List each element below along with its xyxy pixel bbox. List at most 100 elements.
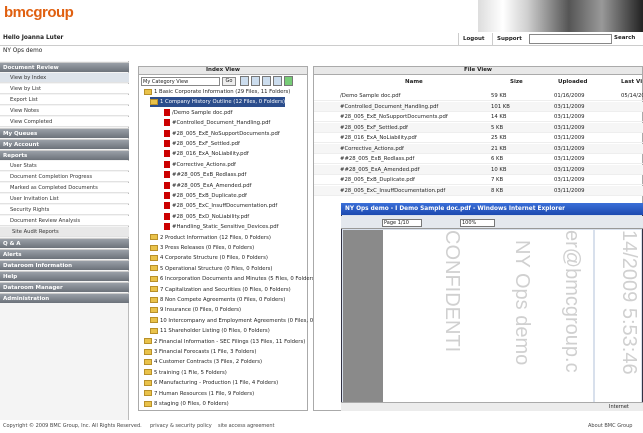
search-input[interactable]: [529, 34, 612, 44]
tree-node[interactable]: 9 Insurance (0 Files, 0 Folders): [150, 305, 241, 315]
tree-node-label: 8 staging (0 Files, 0 Folders): [154, 401, 229, 407]
tree-node[interactable]: #28_005_ExD_NoLiability.pdf: [164, 212, 249, 222]
tree-node[interactable]: 7 Capitalization and Securities (0 Files…: [150, 285, 291, 295]
tree-node[interactable]: #28_005_ExE_NoSupportDocuments.pdf: [164, 129, 280, 139]
file-name: #28_005_ExC_InsuffDocumentation.pdf: [340, 187, 446, 194]
collapse-icon[interactable]: [251, 76, 260, 86]
tree-node[interactable]: 1 Basic Corporate Information (29 Files,…: [144, 87, 290, 97]
tree-node[interactable]: 5 Operational Structure (0 Files, 0 Fold…: [150, 264, 273, 274]
tree-node[interactable]: ##28_005_ExB_Redlass.pdf: [164, 170, 246, 180]
zoom-input[interactable]: 100%: [460, 219, 495, 227]
file-name: #28_005_ExF_Settled.pdf: [340, 124, 408, 131]
sidebar-item[interactable]: View Completed: [0, 117, 129, 127]
sidebar-section[interactable]: Dataroom Manager: [0, 282, 129, 292]
col-uploaded[interactable]: Uploaded: [558, 79, 587, 89]
file-size: 6 KB: [491, 156, 504, 162]
about-link[interactable]: About BMC Group: [588, 423, 632, 429]
access-link[interactable]: site access agreement: [218, 423, 274, 429]
sidebar-item[interactable]: Document Review Analysis: [0, 216, 129, 226]
sidebar-item[interactable]: View Notes: [0, 106, 129, 116]
tree-node[interactable]: ##28_005_ExA_Amended.pdf: [164, 181, 251, 191]
tree-node[interactable]: #Handling_Static_Sensitive_Devices.pdf: [164, 222, 278, 232]
go-button[interactable]: Go: [222, 77, 236, 86]
sidebar-section[interactable]: Help: [0, 271, 129, 281]
page-input[interactable]: Page 1/10: [382, 219, 422, 227]
file-row[interactable]: ##28_005_ExB_Redlass.pdf 6 KB 03/11/2009: [314, 154, 643, 164]
folder-icon: [150, 306, 158, 313]
file-row[interactable]: ##28_005_ExA_Amended.pdf 10 KB 03/11/2009: [314, 164, 643, 175]
sidebar-section[interactable]: My Account: [0, 139, 129, 149]
sidebar-item[interactable]: View by Index: [0, 73, 129, 83]
file-uploaded: 03/11/2009: [554, 145, 585, 152]
tree-node[interactable]: 1 Company History Outline (12 Files, 0 F…: [150, 97, 286, 108]
excel-icon[interactable]: [284, 76, 293, 86]
col-last-viewed[interactable]: Last Vi: [621, 79, 642, 89]
tree-node[interactable]: #28_005_ExB_Duplicate.pdf: [164, 191, 247, 201]
tree-node[interactable]: 3 Press Releases (0 Files, 0 Folders): [150, 243, 254, 253]
tree-node[interactable]: 7 Human Resources (1 File, 9 Folders): [144, 389, 254, 399]
search-button[interactable]: Search: [614, 35, 635, 41]
tree-node[interactable]: 5 training (1 File, 5 Folders): [144, 368, 227, 378]
col-name[interactable]: Name: [405, 79, 423, 89]
tree-node[interactable]: 11 Shareholder Listing (0 Files, 0 Folde…: [150, 326, 270, 336]
file-row[interactable]: #28_005_ExE_NoSupportDocuments.pdf 14 KB 0…: [314, 112, 643, 122]
file-size: 25 KB: [491, 135, 507, 141]
tree-node[interactable]: #Controlled_Document_Handling.pdf: [164, 118, 270, 128]
privacy-link[interactable]: privacy & security policy: [150, 423, 212, 429]
sidebar-section[interactable]: My Queues: [0, 128, 129, 138]
sidebar-section[interactable]: Administration: [0, 293, 129, 303]
tree-node[interactable]: 4 Customer Contracts (3 Files, 2 Folders…: [144, 357, 262, 367]
tree-node[interactable]: /Demo Sample doc.pdf: [164, 108, 233, 118]
tree-node[interactable]: #28_005_ExF_Settled.pdf: [164, 139, 240, 149]
folder-icon: [150, 286, 158, 293]
sidebar-item[interactable]: Export List: [0, 95, 129, 105]
sidebar-item[interactable]: Security Rights: [0, 205, 129, 215]
sidebar-section[interactable]: Q & A: [0, 238, 129, 248]
sidebar-section[interactable]: Alerts: [0, 249, 129, 259]
sidebar-section[interactable]: Document Review: [0, 62, 129, 72]
zoom-icon[interactable]: [273, 76, 282, 86]
sidebar-item[interactable]: Site Audit Reports: [0, 227, 129, 237]
file-row[interactable]: #28_005_ExF_Settled.pdf 5 KB 03/11/2009: [314, 122, 643, 133]
view-select[interactable]: My Category View: [141, 77, 220, 86]
expand-icon[interactable]: [240, 76, 249, 86]
folder-icon: [150, 317, 158, 324]
file-row[interactable]: /Demo Sample doc.pdf 59 KB 01/16/2009 05/14…: [314, 91, 643, 101]
file-row[interactable]: #28_016_ExA_NoLiability.pdf 25 KB 03/11/20…: [314, 133, 643, 143]
tree-node[interactable]: #28_005_ExC_InsuffDocumentation.pdf: [164, 201, 277, 211]
sidebar-item[interactable]: User Stats: [0, 161, 129, 171]
file-row[interactable]: #Controlled_Document_Handling.pdf 101 KB 0…: [314, 101, 643, 112]
file-size: 59 KB: [491, 93, 507, 99]
tree-node[interactable]: #28_016_ExA_NoLiability.pdf: [164, 149, 249, 159]
tree-node[interactable]: 3 Financial Forecasts (1 File, 3 Folders…: [144, 347, 256, 357]
tree-node[interactable]: 4 Corporate Structure (0 Files, 0 Folder…: [150, 253, 268, 263]
tree-node[interactable]: #Corrective_Actions.pdf: [164, 160, 236, 170]
pdf-icon: [164, 140, 170, 147]
sidebar-item[interactable]: User Invitation List: [0, 194, 129, 204]
tree-node-label: 5 training (1 File, 5 Folders): [154, 369, 227, 376]
pdf-icon: [164, 119, 170, 127]
file-row[interactable]: #28_005_ExB_Duplicate.pdf 7 KB 03/11/2009: [314, 175, 643, 185]
file-row[interactable]: #28_005_ExC_InsuffDocumentation.pdf 8 KB 0…: [314, 185, 643, 196]
support-button[interactable]: Support: [492, 33, 526, 45]
tree-node[interactable]: 2 Financial Information - SEC Filings (1…: [144, 337, 305, 347]
tree-node[interactable]: 8 staging (0 Files, 0 Folders): [144, 399, 229, 409]
tree-node[interactable]: 6 Manufacturing - Production (1 File, 4 …: [144, 378, 278, 388]
print-icon[interactable]: [262, 76, 271, 86]
sidebar-section[interactable]: Dataroom Information: [0, 260, 129, 270]
tree-node-label: #Corrective_Actions.pdf: [172, 161, 236, 168]
sidebar-item[interactable]: View by List: [0, 84, 129, 94]
watermark-project: NY Ops demo: [511, 240, 533, 366]
sidebar-section[interactable]: Reports: [0, 150, 129, 160]
tree-node[interactable]: 10 Intercompany and Employment Agreement…: [150, 316, 336, 326]
tree-node[interactable]: 2 Product Information (12 Files, 0 Folde…: [150, 233, 271, 243]
tree-node[interactable]: 8 Non Compete Agreements (0 Files, 0 Fol…: [150, 295, 285, 305]
tree-node[interactable]: 6 Incorporation Documents and Minutes (5…: [150, 274, 317, 284]
logout-button[interactable]: Logout: [458, 33, 489, 45]
sidebar-item[interactable]: Marked as Completed Documents: [0, 183, 129, 193]
file-row[interactable]: #Corrective_Actions.pdf 21 KB 03/11/2009: [314, 143, 643, 154]
col-size[interactable]: Size: [510, 79, 523, 89]
brand-logo[interactable]: bmcgroup: [4, 4, 74, 21]
sidebar-item[interactable]: Document Completion Progress: [0, 172, 129, 182]
tree-node-label: 2 Financial Information - SEC Filings (1…: [154, 338, 306, 345]
